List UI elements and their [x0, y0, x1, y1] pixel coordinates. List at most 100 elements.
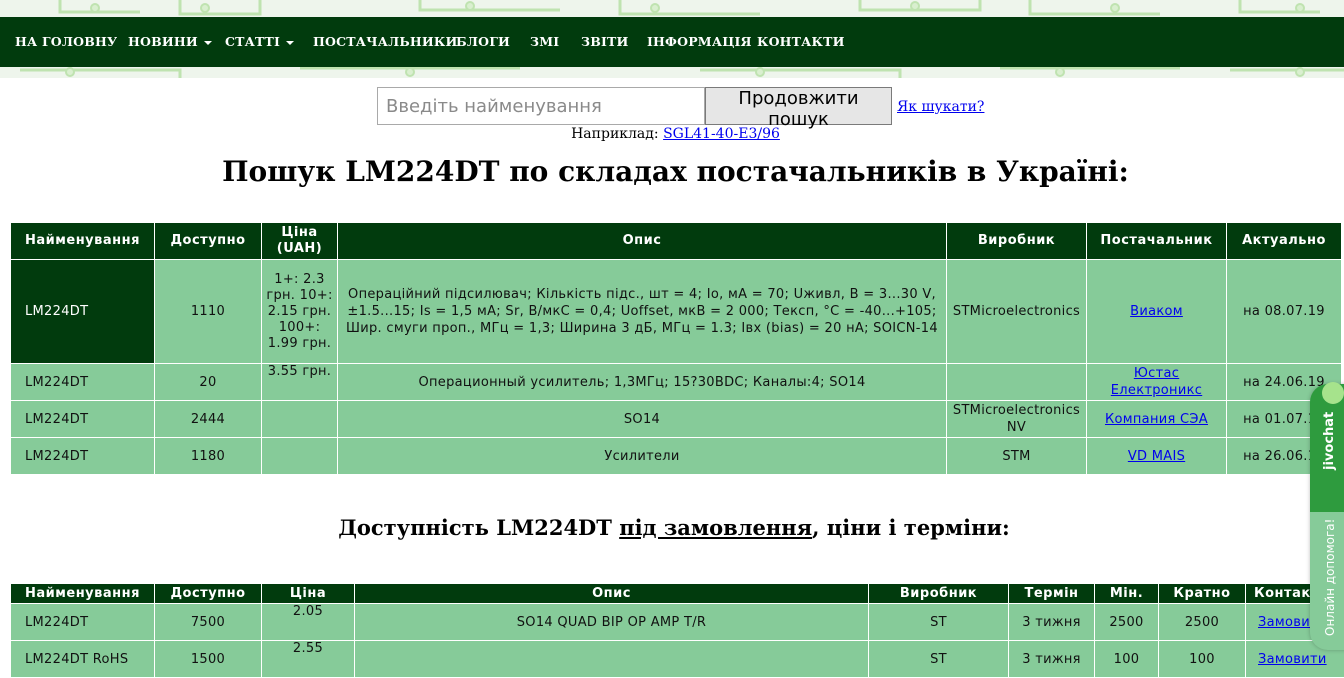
supplier-link[interactable]: Компания СЭА — [1105, 412, 1208, 427]
available-qty: 1180 — [155, 438, 262, 475]
table-row: LM224DT 1110 1+: 2.3 грн. 10+: 2.15 грн.… — [11, 260, 1342, 364]
description: Операционный усилитель; 1,3МГц; 15?30ВDC… — [338, 364, 947, 401]
price: 2.05 — [262, 604, 355, 641]
nav-blogs-label: БЛОГИ — [456, 34, 510, 49]
column-header: Найменування — [11, 584, 155, 604]
available-qty: 1500 — [155, 641, 262, 678]
order-link[interactable]: Замовити — [1258, 652, 1327, 667]
nav-reports[interactable]: ЗВІТИ — [581, 17, 629, 67]
price: 2.55 — [262, 641, 355, 678]
price: 1+: 2.3 грн. 10+: 2.15 грн. 100+: 1.99 г… — [262, 260, 338, 364]
manufacturer — [947, 364, 1087, 401]
column-header: Найменування — [11, 223, 155, 260]
main-nav: НА ГОЛОВНУ НОВИНИ СТАТТІ ПОСТАЧАЛЬНИКИ Б… — [0, 17, 1344, 67]
search-example: Наприклад: SGL41-40-E3/96 — [0, 126, 1344, 142]
column-header: Постачальник — [1087, 223, 1227, 260]
nav-contacts[interactable]: КОНТАКТИ — [757, 17, 845, 67]
chevron-down-icon — [204, 41, 212, 45]
supplier-cell: Виаком — [1087, 260, 1227, 364]
manufacturer: STMicroelectronics — [947, 260, 1087, 364]
order-title-prefix: Доступність LM224DT — [338, 515, 612, 540]
nav-articles[interactable]: СТАТТІ — [225, 17, 294, 67]
nav-contacts-label: КОНТАКТИ — [757, 34, 845, 49]
column-header: Кратно — [1159, 584, 1246, 604]
nav-media[interactable]: ЗМІ — [530, 17, 559, 67]
example-prefix: Наприклад: — [571, 126, 659, 142]
price — [262, 438, 338, 475]
manufacturer: ST — [869, 604, 1009, 641]
table-row: LM224DT 2444 SO14 STMicroelectronics NV … — [11, 401, 1342, 438]
table-header-row: Найменування Доступно Ціна Опис Виробник… — [11, 584, 1344, 604]
chat-status-icon — [1322, 382, 1344, 404]
updated-date: на 08.07.19 — [1227, 260, 1342, 364]
column-header: Виробник — [869, 584, 1009, 604]
price: 3.55 грн. — [262, 364, 338, 401]
nav-information-label: ІНФОРМАЦІЯ — [647, 34, 752, 49]
description: SO14 QUAD BIP OP AMP T/R — [355, 604, 869, 641]
chat-widget-subtitle: Онлайн допомога! — [1323, 519, 1337, 636]
chevron-down-icon — [286, 41, 294, 45]
nav-news-label: НОВИНИ — [128, 34, 198, 49]
description: Усилители — [338, 438, 947, 475]
part-name: LM224DT — [11, 438, 155, 475]
nav-news[interactable]: НОВИНИ — [128, 17, 212, 67]
nav-articles-label: СТАТТІ — [225, 34, 280, 49]
nav-media-label: ЗМІ — [530, 34, 559, 49]
nav-blogs[interactable]: БЛОГИ — [456, 17, 510, 67]
available-qty: 1110 — [155, 260, 262, 364]
supplier-link[interactable]: Юстас Електроникс — [1111, 366, 1202, 398]
lead-time: 3 тижня — [1009, 641, 1095, 678]
nav-suppliers-label: ПОСТАЧАЛЬНИКИ — [313, 34, 458, 49]
table-row: LM224DT 7500 2.05 SO14 QUAD BIP OP AMP T… — [11, 604, 1344, 641]
nav-reports-label: ЗВІТИ — [581, 34, 629, 49]
column-header: Актуально — [1227, 223, 1342, 260]
nav-suppliers[interactable]: ПОСТАЧАЛЬНИКИ — [313, 17, 458, 67]
table-row: LM224DT 20 3.55 грн. Операционный усилит… — [11, 364, 1342, 401]
supplier-cell: VD MAIS — [1087, 438, 1227, 475]
column-header: Виробник — [947, 223, 1087, 260]
min-qty: 2500 — [1095, 604, 1159, 641]
nav-home-label: НА ГОЛОВНУ — [15, 34, 117, 49]
part-name: LM224DT — [11, 364, 155, 401]
multiple-qty: 2500 — [1159, 604, 1246, 641]
price — [262, 401, 338, 438]
multiple-qty: 100 — [1159, 641, 1246, 678]
column-header: Ціна — [262, 584, 355, 604]
search-input[interactable] — [377, 87, 705, 125]
column-header: Ціна (UAH) — [262, 223, 338, 260]
order-table: Найменування Доступно Ціна Опис Виробник… — [10, 583, 1344, 678]
available-qty: 2444 — [155, 401, 262, 438]
column-header: Опис — [338, 223, 947, 260]
part-name: LM224DT — [11, 604, 155, 641]
supplier-link[interactable]: VD MAIS — [1128, 449, 1185, 464]
search-button[interactable]: Продовжити пошук — [705, 87, 892, 125]
page-title: Пошук LM224DT по складах постачальників … — [0, 155, 1344, 188]
manufacturer: ST — [869, 641, 1009, 678]
lead-time: 3 тижня — [1009, 604, 1095, 641]
column-header: Мін. — [1095, 584, 1159, 604]
min-qty: 100 — [1095, 641, 1159, 678]
part-name: LM224DT — [11, 401, 155, 438]
table-row: LM224DT 1180 Усилители STM VD MAIS на 26… — [11, 438, 1342, 475]
chat-widget-title: jivochat — [1322, 412, 1337, 470]
supplier-link[interactable]: Виаком — [1130, 304, 1183, 319]
nav-home[interactable]: НА ГОЛОВНУ — [15, 17, 117, 67]
on-order-link[interactable]: під замовлення — [619, 515, 812, 540]
column-header: Термін — [1009, 584, 1095, 604]
order-title-suffix: , ціни і терміни: — [812, 515, 1010, 540]
column-header: Доступно — [155, 584, 262, 604]
example-link[interactable]: SGL41-40-E3/96 — [663, 126, 780, 142]
order-section-title: Доступність LM224DT під замовлення, ціни… — [0, 515, 1344, 540]
available-qty: 20 — [155, 364, 262, 401]
manufacturer: STM — [947, 438, 1087, 475]
stock-table: Найменування Доступно Ціна (UAH) Опис Ви… — [10, 222, 1342, 475]
table-header-row: Найменування Доступно Ціна (UAH) Опис Ви… — [11, 223, 1342, 260]
table-row: LM224DT RoHS 1500 2.55 ST 3 тижня 100 10… — [11, 641, 1344, 678]
nav-information[interactable]: ІНФОРМАЦІЯ — [647, 17, 752, 67]
column-header: Доступно — [155, 223, 262, 260]
manufacturer: STMicroelectronics NV — [947, 401, 1087, 438]
how-to-search-link[interactable]: Як шукати? — [897, 99, 984, 115]
available-qty: 7500 — [155, 604, 262, 641]
description: Операційний підсилювач; Кількість підс.,… — [338, 260, 947, 364]
supplier-cell: Юстас Електроникс — [1087, 364, 1227, 401]
